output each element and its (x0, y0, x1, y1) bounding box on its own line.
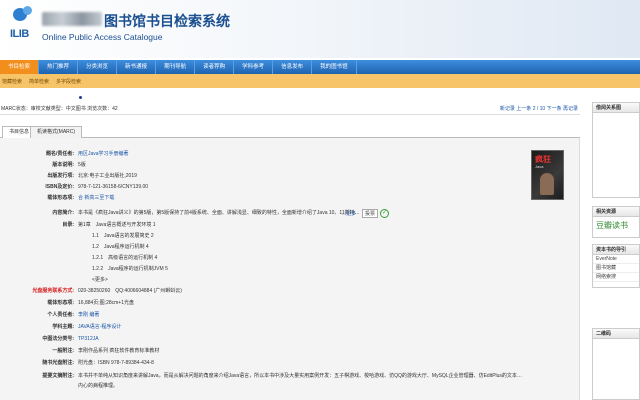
side-box-resources: 相关资源 豆瓣读书 (592, 206, 640, 238)
toc-item: 1.2 Java程序运行机制 4 (92, 244, 149, 250)
toc-item: 1.2.2 Java程序的运行机制JVM 5 (92, 266, 168, 272)
author-link[interactable]: 李刚 编著 (78, 311, 99, 320)
subnav-simple-search[interactable]: 简单检索 (29, 78, 49, 85)
side-box-relations: 借阅关系图 (592, 102, 640, 198)
right-sidebar: 借阅关系图 相关资源 豆瓣读书 资本书的导引 EverNote 图书馆藏 网络索… (592, 102, 640, 400)
nav-item-new-books[interactable]: 新书通报 (117, 60, 157, 74)
record-status-text: MARC状态：审校文献类型：中文图书 浏览次数：42 (1, 106, 118, 112)
subnav-multi-field-search[interactable]: 多字段检索 (56, 78, 81, 85)
toc-more-link[interactable]: <更多> (92, 276, 108, 285)
nav-item-recommend[interactable]: 读者荐购 (195, 60, 235, 74)
vote-tooltip[interactable]: 投票 (362, 209, 378, 218)
sub-nav: 馆藏检索 简单检索 多字段检索 (0, 74, 640, 88)
nav-item-subject-ref[interactable]: 学科参考 (234, 60, 274, 74)
header: ILIB 图书馆书目检索系统 Online Public Access Cata… (0, 0, 640, 58)
subnav-holdings-search[interactable]: 馆藏检索 (2, 78, 22, 85)
toc-item: 1.2.1 高级语言的运行机制 4 (92, 255, 158, 261)
side-link-web-search[interactable]: 网络索搜 (593, 273, 639, 282)
douban-link[interactable]: 豆瓣读书 (593, 217, 639, 234)
toc-item: 1.1 Java语言的发展简史 2 (92, 233, 154, 239)
tab-marc[interactable]: 机读格式(MARC) (30, 126, 83, 138)
book-cover[interactable]: 疯狂 Java (531, 150, 564, 200)
main-nav: 书目检索 热门推荐 分类浏览 新书通报 期刊导航 读者荐购 学科参考 信息发布 … (0, 60, 640, 74)
nav-item-catalog-search[interactable]: 书目检索 (0, 60, 40, 74)
nav-item-info[interactable]: 信息发布 (273, 60, 313, 74)
site-title: 图书馆书目检索系统 (104, 13, 230, 29)
record-tabs: 书目信息 机读格式(MARC) (0, 126, 580, 139)
intro-more-link[interactable]: ...更多 (342, 210, 356, 217)
nav-item-my-library[interactable]: 我的图书馆 (312, 60, 357, 74)
record-detail-panel: 题名/责任者: 用区Java学习手册编著 版本说明: 5版 出版发行项: 北京:电子工… (0, 138, 580, 400)
side-link-evernote[interactable]: EverNote (593, 255, 639, 264)
side-link-holdings[interactable]: 图书馆藏 (593, 264, 639, 273)
class-number-link[interactable]: TP312JA (78, 335, 99, 344)
side-box-qrcode: 二维码 (592, 328, 640, 400)
nav-item-journals[interactable]: 期刊导航 (156, 60, 196, 74)
record-pager[interactable]: 新记录 上一条 2 / 10 下一条 再记录 (500, 103, 578, 115)
record-status-bar: MARC状态：审校文献类型：中文图书 浏览次数：42 新记录 上一条 2 / 1… (0, 103, 580, 115)
library-logo: ILIB (10, 6, 40, 42)
blurred-library-name (42, 12, 102, 26)
site-subtitle: Online Public Access Catalogue (42, 32, 163, 42)
cursor-dot (79, 96, 82, 99)
download-link[interactable]: 合 新高三至下载 (78, 194, 114, 203)
nav-item-popular[interactable]: 热门推荐 (39, 60, 79, 74)
title-link[interactable]: 用区Java学习手册编著 (78, 150, 129, 159)
side-box-guide: 资本书的导引 EverNote 图书馆藏 网络索搜 (592, 244, 640, 288)
subject-link[interactable]: JAVA语言-程序设计 (78, 323, 121, 332)
nav-item-browse[interactable]: 分类浏览 (78, 60, 118, 74)
check-icon: ✓ (380, 209, 389, 218)
